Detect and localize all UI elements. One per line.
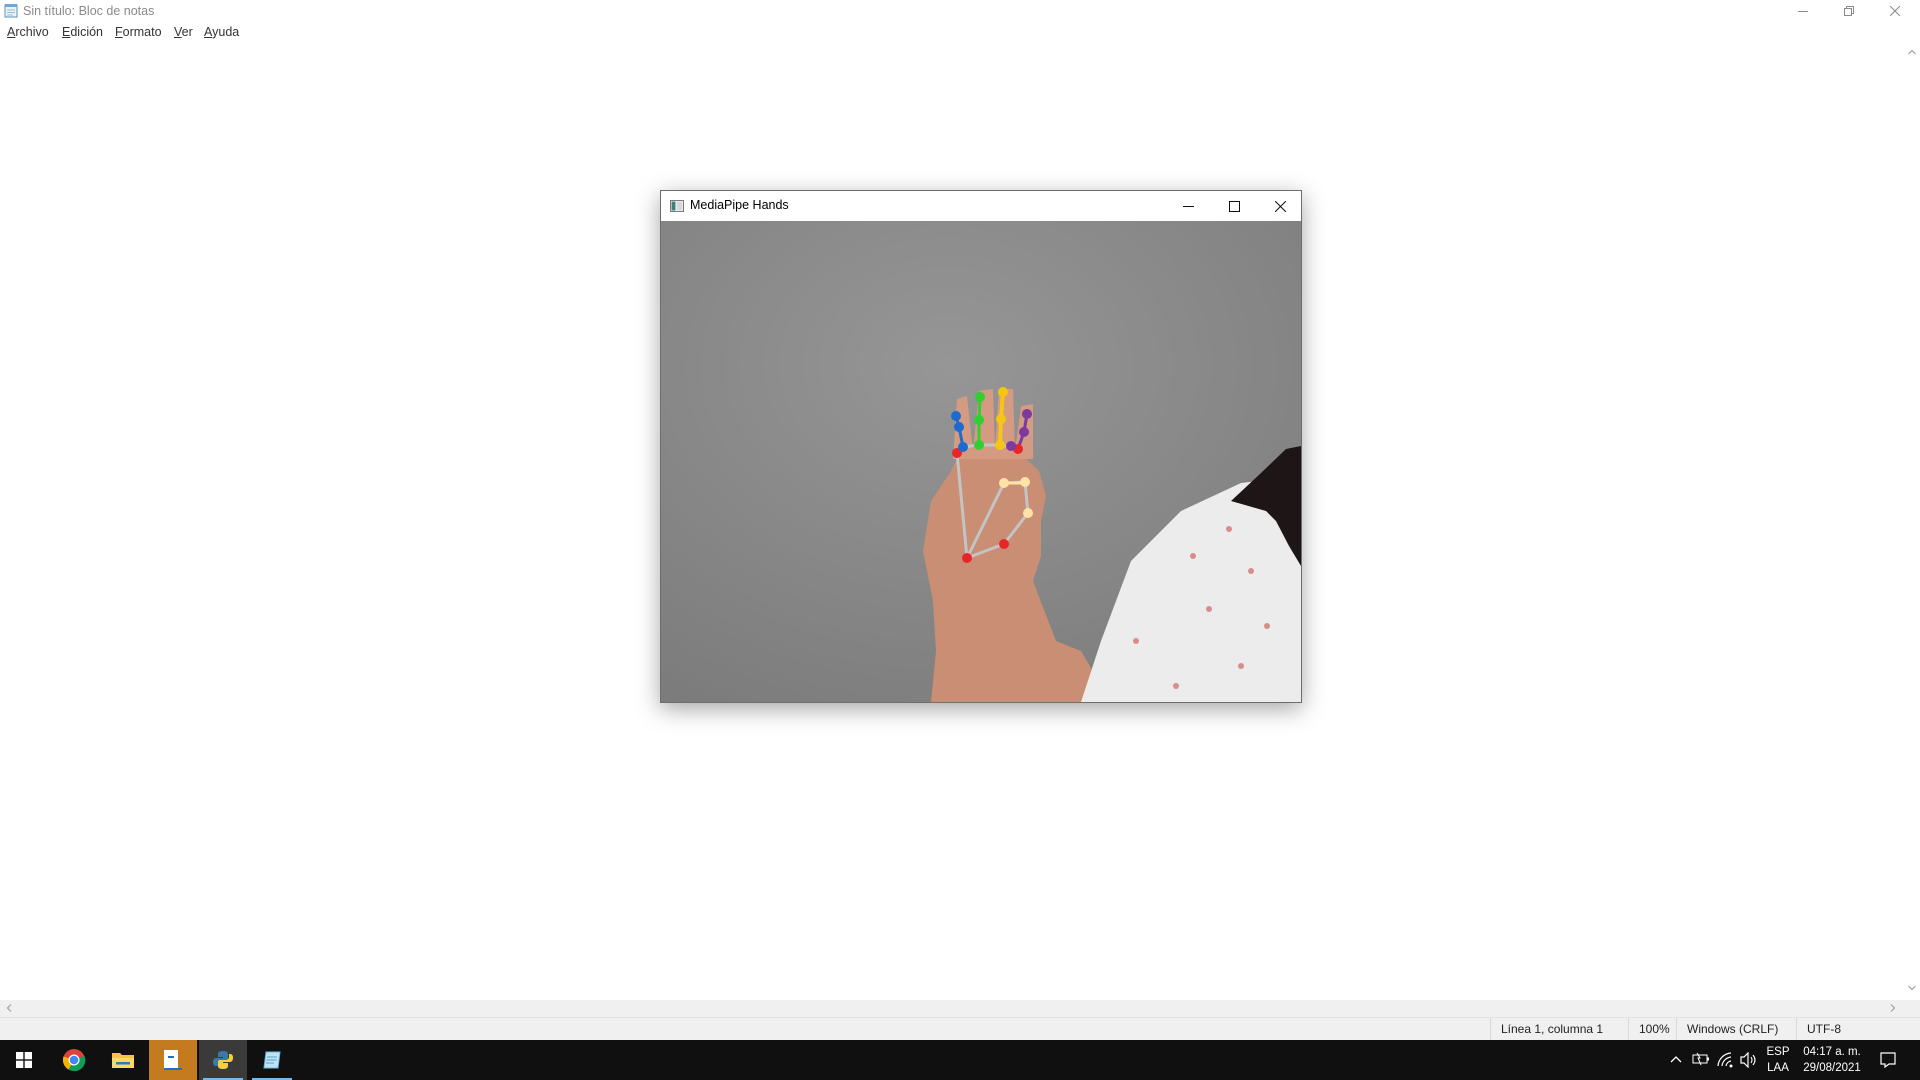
landmark-index-tip [951,411,961,421]
language-code: ESP [1766,1046,1790,1058]
restore-icon [1844,6,1854,16]
close-icon [1890,6,1900,16]
show-hidden-icons-chevron-up-icon[interactable] [1670,1055,1682,1063]
keyboard-layout: LAA [1767,1062,1789,1074]
chrome-icon [62,1049,86,1072]
mediapipe-window-icon [670,200,684,212]
notepad-icon [263,1051,281,1069]
minimize-icon [1182,205,1194,207]
landmark-ring-mcp [995,440,1005,450]
status-cursor-position: Línea 1, columna 1 [1490,1018,1637,1041]
landmark-pinky-pip [1019,427,1029,437]
landmark-middle-pip [974,415,984,425]
restore-button[interactable] [1826,0,1872,22]
menu-ver[interactable]: Ver [174,25,193,39]
landmark-thumb-ip [1020,477,1030,487]
landmark-thumb-cmc [999,539,1009,549]
landmark-ring-pip [996,414,1006,424]
landmark-ring-tip [998,387,1008,397]
mediapipe-minimize-button[interactable] [1165,191,1211,221]
horizontal-scrollbar[interactable] [0,1000,1904,1017]
landmark-pinky-tip [1022,409,1032,419]
mediapipe-titlebar[interactable]: MediaPipe Hands [661,191,1301,221]
mediapipe-maximize-button[interactable] [1211,191,1257,221]
status-encoding: UTF-8 [1796,1018,1920,1041]
mediapipe-window[interactable]: MediaPipe Hands [660,190,1302,703]
scrollbar-corner [1904,1000,1920,1017]
scroll-up-icon[interactable] [1908,49,1916,55]
scroll-down-icon[interactable] [1908,985,1916,991]
scroll-left-icon[interactable] [6,1004,12,1012]
landmark-index-mcp [958,442,968,452]
language-indicator[interactable]: ESP LAA [1764,1044,1792,1076]
camera-image [661,221,1301,702]
folder-icon [112,1053,134,1068]
close-button[interactable] [1872,0,1918,22]
camera-frame [661,221,1301,702]
landmark-thumb-tip [999,478,1009,488]
menu-archivo[interactable]: Archivo [7,25,49,39]
minimize-icon [1798,11,1808,12]
notifications-icon[interactable] [1880,1052,1896,1068]
clock[interactable]: 04:17 a. m. 29/08/2021 [1796,1044,1868,1076]
landmark-wrist [962,553,972,563]
picture-icon [164,1050,182,1070]
taskbar: ESP LAA 04:17 a. m. 29/08/2021 [0,1040,1920,1080]
close-icon [1274,200,1286,212]
clock-date: 29/08/2021 [1803,1062,1861,1074]
maximize-icon [1228,200,1240,212]
scroll-right-icon[interactable] [1890,1004,1896,1012]
landmark-pinky-mcp [1006,441,1016,451]
mediapipe-close-button[interactable] [1257,191,1303,221]
landmark-middle-mcp [974,440,984,450]
volume-icon[interactable] [1740,1052,1758,1068]
windows-logo-icon [16,1052,32,1068]
notepad-titlebar[interactable]: Sin título: Bloc de notas [0,0,1920,22]
taskbar-notepad[interactable] [248,1040,296,1080]
menu-formato[interactable]: Formato [115,25,162,39]
mediapipe-title: MediaPipe Hands [690,198,789,212]
landmark-middle-tip [975,392,985,402]
taskbar-python[interactable] [199,1040,247,1080]
landmark-thumb-mcp [1023,508,1033,518]
vertical-scrollbar[interactable] [1904,43,1920,1000]
battery-icon[interactable] [1692,1052,1710,1066]
minimize-button[interactable] [1780,0,1826,22]
status-line-ending: Windows (CRLF) [1676,1018,1797,1041]
start-button[interactable] [0,1040,48,1080]
menu-bar: Archivo Edición Formato Ver Ayuda [0,22,1920,44]
window-title: Sin título: Bloc de notas [23,4,155,18]
clock-time: 04:17 a. m. [1803,1046,1861,1058]
taskbar-file-explorer[interactable] [99,1040,147,1080]
landmark-index-pip [954,422,964,432]
menu-edicion[interactable]: Edición [62,25,103,39]
taskbar-chrome[interactable] [50,1040,98,1080]
menu-ayuda[interactable]: Ayuda [204,25,239,39]
taskbar-pictures[interactable] [149,1040,197,1080]
notepad-app-icon [4,4,18,18]
wifi-icon[interactable] [1717,1052,1735,1068]
python-icon [213,1051,233,1069]
status-bar: Línea 1, columna 1 100% Windows (CRLF) U… [0,1017,1920,1041]
